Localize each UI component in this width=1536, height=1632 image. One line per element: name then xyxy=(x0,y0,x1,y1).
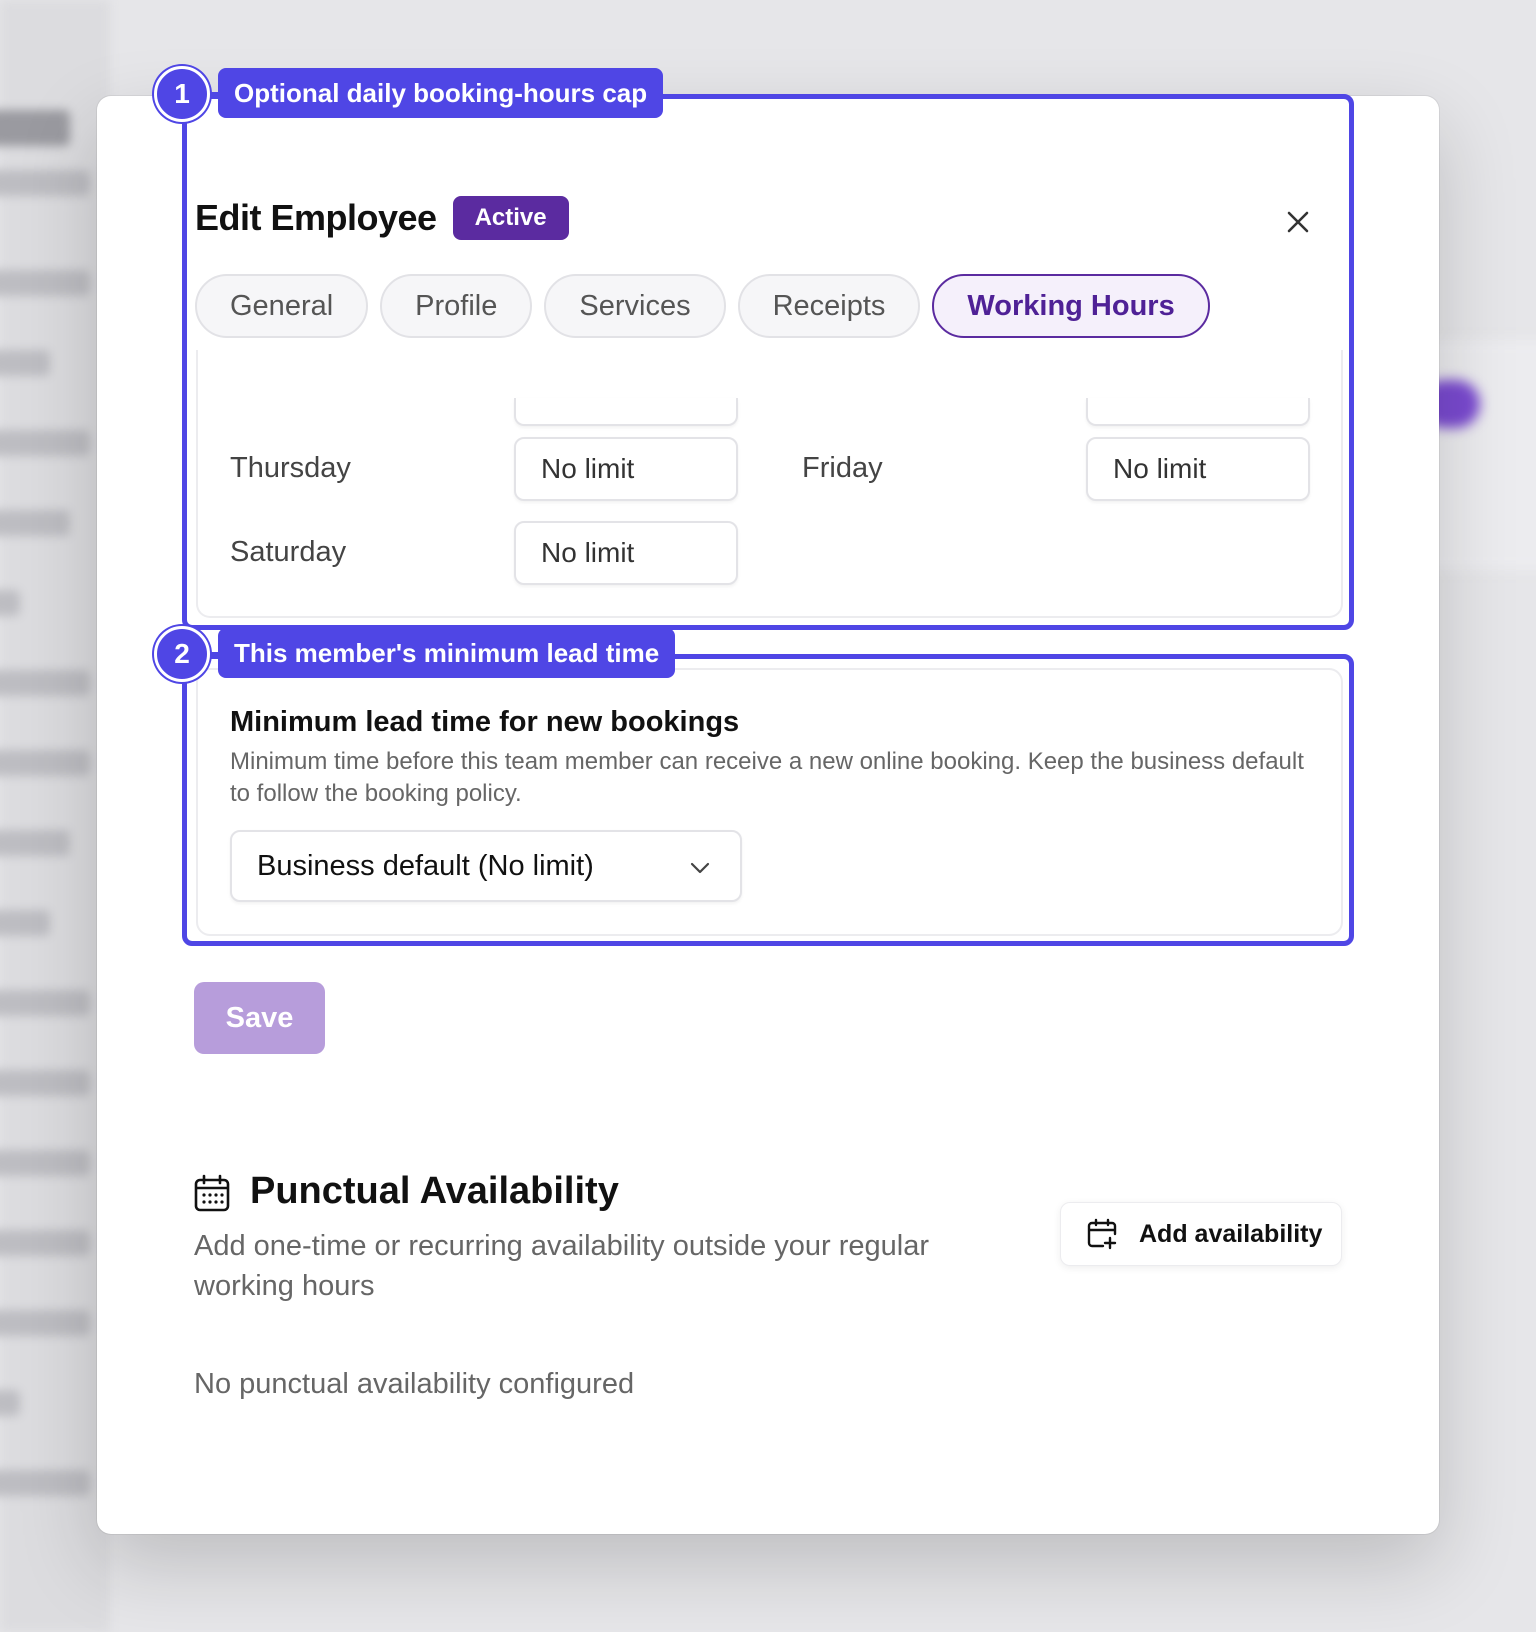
tab-receipts[interactable]: Receipts xyxy=(737,274,921,338)
save-button[interactable]: Save xyxy=(194,982,325,1054)
lead-time-selected-value: Business default (No limit) xyxy=(257,849,594,882)
tab-services[interactable]: Services xyxy=(544,274,726,338)
lead-time-title: Minimum lead time for new bookings xyxy=(230,706,740,738)
punctual-availability-empty-state: No punctual availability configured xyxy=(194,1368,635,1400)
annotation-number-1: 1 xyxy=(154,66,210,122)
background-sidebar xyxy=(0,0,110,1632)
status-badge: Active xyxy=(452,196,569,240)
add-availability-label: Add availability xyxy=(1139,1219,1323,1248)
chevron-down-icon xyxy=(690,862,710,874)
calendar-icon xyxy=(194,1174,230,1212)
punctual-availability-description: Add one-time or recurring availability o… xyxy=(194,1230,930,1302)
modal-header: Edit Employee Active xyxy=(195,196,569,240)
modal-title: Edit Employee xyxy=(195,197,437,238)
lead-time-card: Minimum lead time for new bookings Minim… xyxy=(196,668,1343,936)
tab-profile[interactable]: Profile xyxy=(380,274,533,338)
tab-bar: General Profile Services Receipts Workin… xyxy=(195,274,1210,338)
saturday-limit-input[interactable]: No limit xyxy=(514,521,738,585)
thursday-label: Thursday xyxy=(230,452,351,484)
friday-limit-input[interactable]: No limit xyxy=(1086,437,1310,501)
daily-hours-card: Thursday No limit Friday No limit Saturd… xyxy=(196,350,1343,618)
annotation-label-2: This member's minimum lead time xyxy=(218,628,676,678)
annotation-label-1: Optional daily booking-hours cap xyxy=(218,68,664,118)
thursday-limit-input[interactable]: No limit xyxy=(514,437,738,501)
close-button[interactable] xyxy=(1280,204,1316,240)
lead-time-select[interactable]: Business default (No limit) xyxy=(230,830,742,902)
add-availability-button[interactable]: Add availability xyxy=(1060,1202,1342,1266)
friday-label: Friday xyxy=(802,452,883,484)
lead-time-description: Minimum time before this team member can… xyxy=(230,748,1304,807)
calendar-plus-icon xyxy=(1087,1218,1117,1250)
tuesday-limit-input[interactable] xyxy=(1086,398,1310,426)
wednesday-limit-input[interactable] xyxy=(514,398,738,426)
saturday-label: Saturday xyxy=(230,536,347,568)
tab-general[interactable]: General xyxy=(195,274,369,338)
annotation-number-2: 2 xyxy=(154,626,210,682)
punctual-availability-title: Punctual Availability xyxy=(250,1170,619,1212)
tab-working-hours[interactable]: Working Hours xyxy=(932,274,1210,338)
close-icon xyxy=(1287,211,1309,233)
